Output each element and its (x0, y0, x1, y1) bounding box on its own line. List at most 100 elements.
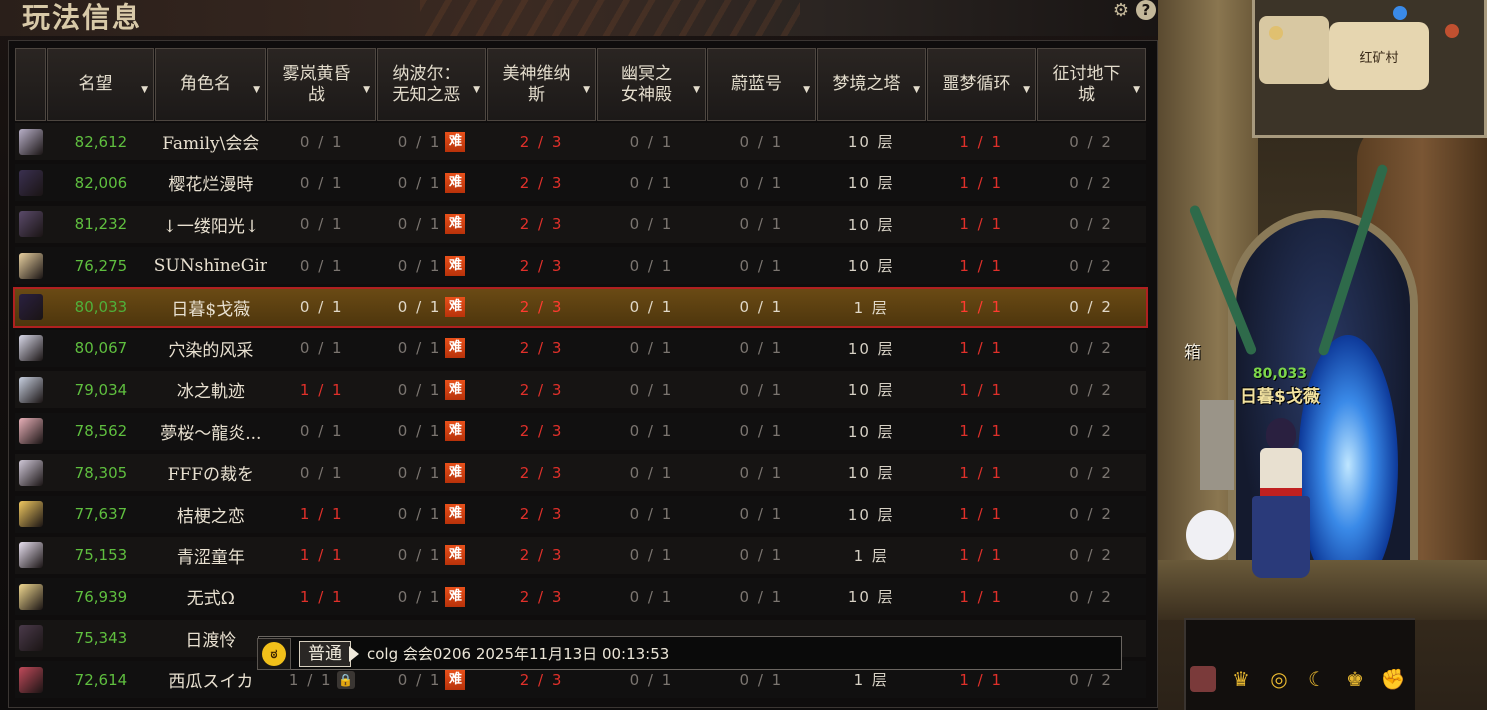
dungeon-cell-d3: 2 / 3 (487, 206, 597, 243)
table-row[interactable]: 76,275 SUNshīneGir 0 / 10 / 1难2 / 30 / 10 … (15, 247, 1146, 285)
dungeon-cell-d4: 0 / 1 (597, 164, 707, 201)
dungeon-cell-d6: 10 层 (816, 330, 926, 367)
sort-arrow-icon[interactable]: ▼ (253, 80, 260, 101)
sort-arrow-icon[interactable]: ▼ (1133, 80, 1140, 101)
dungeon-progress: 0 / 1 (299, 215, 344, 234)
dungeon-progress: 0 / 1 (739, 215, 784, 234)
player-character[interactable] (1246, 418, 1316, 583)
dungeon-cell-d3: 2 / 3 (487, 123, 597, 160)
chat-channel-button[interactable]: 普通 (299, 641, 351, 667)
ring-icon[interactable]: ◎ (1266, 666, 1292, 692)
dungeon-cell-d7: 1 / 1 (926, 330, 1036, 367)
quick-icon-bar: ♛ ◎ ☾ ♚ ✊ (1184, 618, 1415, 710)
column-header-d6[interactable]: 梦境之塔 ▼ (817, 48, 926, 121)
avatar (18, 418, 43, 445)
dungeon-cell-d4: 0 / 1 (597, 206, 707, 243)
sort-arrow-icon[interactable]: ▼ (473, 80, 480, 101)
character-portrait-icon[interactable] (1190, 666, 1216, 692)
table-row[interactable]: 81,232 ↓一缕阳光↓ 0 / 10 / 1难2 / 30 / 10 / 1 10… (15, 205, 1146, 243)
column-header-label: 纳波尔： 无知之恶 (392, 63, 461, 105)
dungeon-cell-d1: 0 / 1 (267, 123, 377, 160)
dungeon-progress: 0 / 2 (1069, 463, 1113, 482)
avatar-cell (15, 620, 47, 657)
dungeon-progress: 0 / 1 (397, 215, 442, 234)
sort-arrow-icon[interactable]: ▼ (803, 80, 810, 101)
dungeon-progress: 2 / 3 (519, 339, 564, 358)
dungeon-cell-d6: 10 层 (816, 578, 926, 615)
chat-bar[interactable]: ಠ 普通 colg 会会0206 2025年11月13日 00:13:53 (257, 636, 1122, 670)
sort-arrow-icon[interactable]: ▼ (363, 80, 370, 101)
table-row[interactable]: 77,637 桔梗之恋 1 / 10 / 1难2 / 30 / 10 / 1 10 层… (15, 495, 1146, 533)
dungeon-cell-d8: 0 / 2 (1036, 164, 1146, 201)
column-header-d7[interactable]: 噩梦循环 ▼ (927, 48, 1036, 121)
sort-arrow-icon[interactable]: ▼ (693, 80, 700, 101)
channel-arrow-icon[interactable] (349, 646, 359, 662)
dungeon-cell-d5: 0 / 1 (706, 206, 816, 243)
crescent-icon[interactable]: ☾ (1304, 666, 1330, 692)
column-header-d5[interactable]: 蔚蓝号 ▼ (707, 48, 816, 121)
table-row[interactable]: 78,305 FFFの裁を 0 / 10 / 1难2 / 30 / 10 / 1 10… (15, 454, 1146, 492)
column-header-d2[interactable]: 纳波尔： 无知之恶 ▼ (377, 48, 486, 121)
hard-badge-icon: 难 (445, 131, 466, 152)
table-row[interactable]: 78,562 夢桜～龍炎... 0 / 10 / 1难2 / 30 / 10 / 1… (15, 412, 1146, 450)
dungeon-cell-d2: 0 / 1难 (377, 164, 487, 201)
sort-arrow-icon[interactable]: ▼ (583, 80, 590, 101)
character-name-cell: 桔梗之恋 (176, 506, 245, 527)
dungeon-progress: 2 / 3 (519, 380, 564, 399)
dungeon-progress: 2 / 3 (519, 298, 564, 317)
character-name-cell: 穴染的风采 (168, 340, 254, 361)
hard-badge-icon: 难 (445, 172, 466, 193)
dungeon-progress: 0 / 1 (629, 215, 674, 234)
table-row[interactable]: 79,034 冰之軌迹 1 / 10 / 1难2 / 30 / 10 / 1 10 层… (15, 371, 1146, 409)
dungeon-cell-d8: 0 / 2 (1036, 123, 1146, 160)
fame-cell: 78,562 (74, 422, 128, 441)
table-row-selected[interactable]: 80,033 日暮$戈薇 0 / 10 / 1难2 / 30 / 10 / 11 层… (13, 286, 1148, 328)
table-row[interactable]: 82,006 樱花烂漫時 0 / 10 / 1难2 / 30 / 10 / 1 10 … (15, 164, 1146, 202)
fame-cell: 80,033 (74, 298, 128, 317)
character-name-cell: 樱花烂漫時 (168, 175, 254, 196)
dungeon-progress: 0 / 1 (739, 339, 784, 358)
minimap-town-label: 红矿村 (1329, 22, 1429, 90)
royal-crown-icon[interactable]: ♚ (1342, 666, 1368, 692)
hard-badge-icon: 难 (445, 462, 466, 483)
table-row[interactable]: 80,067 穴染的风采 0 / 10 / 1难2 / 30 / 10 / 1 10 … (15, 329, 1146, 367)
dungeon-cell-d1: 1 / 1 (267, 496, 377, 533)
dungeon-progress: 2 / 3 (519, 256, 564, 275)
help-icon[interactable]: ? (1136, 0, 1156, 20)
column-header-d8[interactable]: 征讨地下 城 ▼ (1037, 48, 1146, 121)
column-header-d3[interactable]: 美神维纳 斯 ▼ (487, 48, 596, 121)
sort-arrow-icon[interactable]: ▼ (141, 80, 148, 101)
gear-icon[interactable]: ⚙ (1110, 0, 1132, 21)
dungeon-progress: 10 层 (847, 422, 895, 441)
table-row[interactable]: 82,612 Family\会会 0 / 10 / 1难2 / 30 / 10 / … (15, 123, 1146, 160)
column-header-fame[interactable]: 名望 ▼ (47, 48, 154, 121)
fist-icon[interactable]: ✊ (1380, 666, 1406, 692)
dungeon-progress: 0 / 1 (629, 298, 674, 317)
crown-icon[interactable]: ♛ (1228, 666, 1254, 692)
minimap[interactable]: 红矿村 (1252, 0, 1487, 138)
column-header-d4[interactable]: 幽冥之 女神殿 ▼ (597, 48, 706, 121)
hard-badge-icon: 难 (445, 214, 466, 235)
dungeon-progress: 1 / 1 (959, 670, 1004, 689)
dungeon-cell-d3: 2 / 3 (487, 454, 597, 491)
sort-arrow-icon[interactable]: ▼ (913, 80, 920, 101)
dungeon-progress: 0 / 2 (1069, 422, 1113, 441)
dungeon-progress: 0 / 1 (397, 422, 442, 441)
column-header-name[interactable]: 角色名 ▼ (155, 48, 266, 121)
dungeon-progress: 0 / 1 (629, 463, 674, 482)
hard-badge-icon: 难 (445, 255, 466, 276)
minimap-marker-icon (1393, 6, 1407, 20)
column-header-label: 名望 (78, 74, 113, 94)
column-header-d1[interactable]: 雾岚黄昏 战 ▼ (267, 48, 376, 121)
table-row[interactable]: 76,939 无式Ω 1 / 10 / 1难2 / 30 / 10 / 1 10 层1… (15, 578, 1146, 616)
avatar (18, 376, 43, 403)
dungeon-progress: 0 / 1 (299, 339, 344, 358)
dungeon-progress: 0 / 1 (739, 463, 784, 482)
emoji-button[interactable]: ಠ (257, 638, 291, 670)
player-nameplate: 80,033 日暮$戈薇 (1240, 366, 1320, 407)
sort-arrow-icon[interactable]: ▼ (1023, 80, 1030, 101)
dungeon-cell-d3: 2 / 3 (487, 289, 597, 326)
dungeon-progress: 1 / 1 (959, 422, 1004, 441)
table-row[interactable]: 75,153 青涩童年 1 / 10 / 1难2 / 30 / 10 / 11 层1… (15, 536, 1146, 574)
dungeon-progress: 0 / 2 (1069, 505, 1113, 524)
